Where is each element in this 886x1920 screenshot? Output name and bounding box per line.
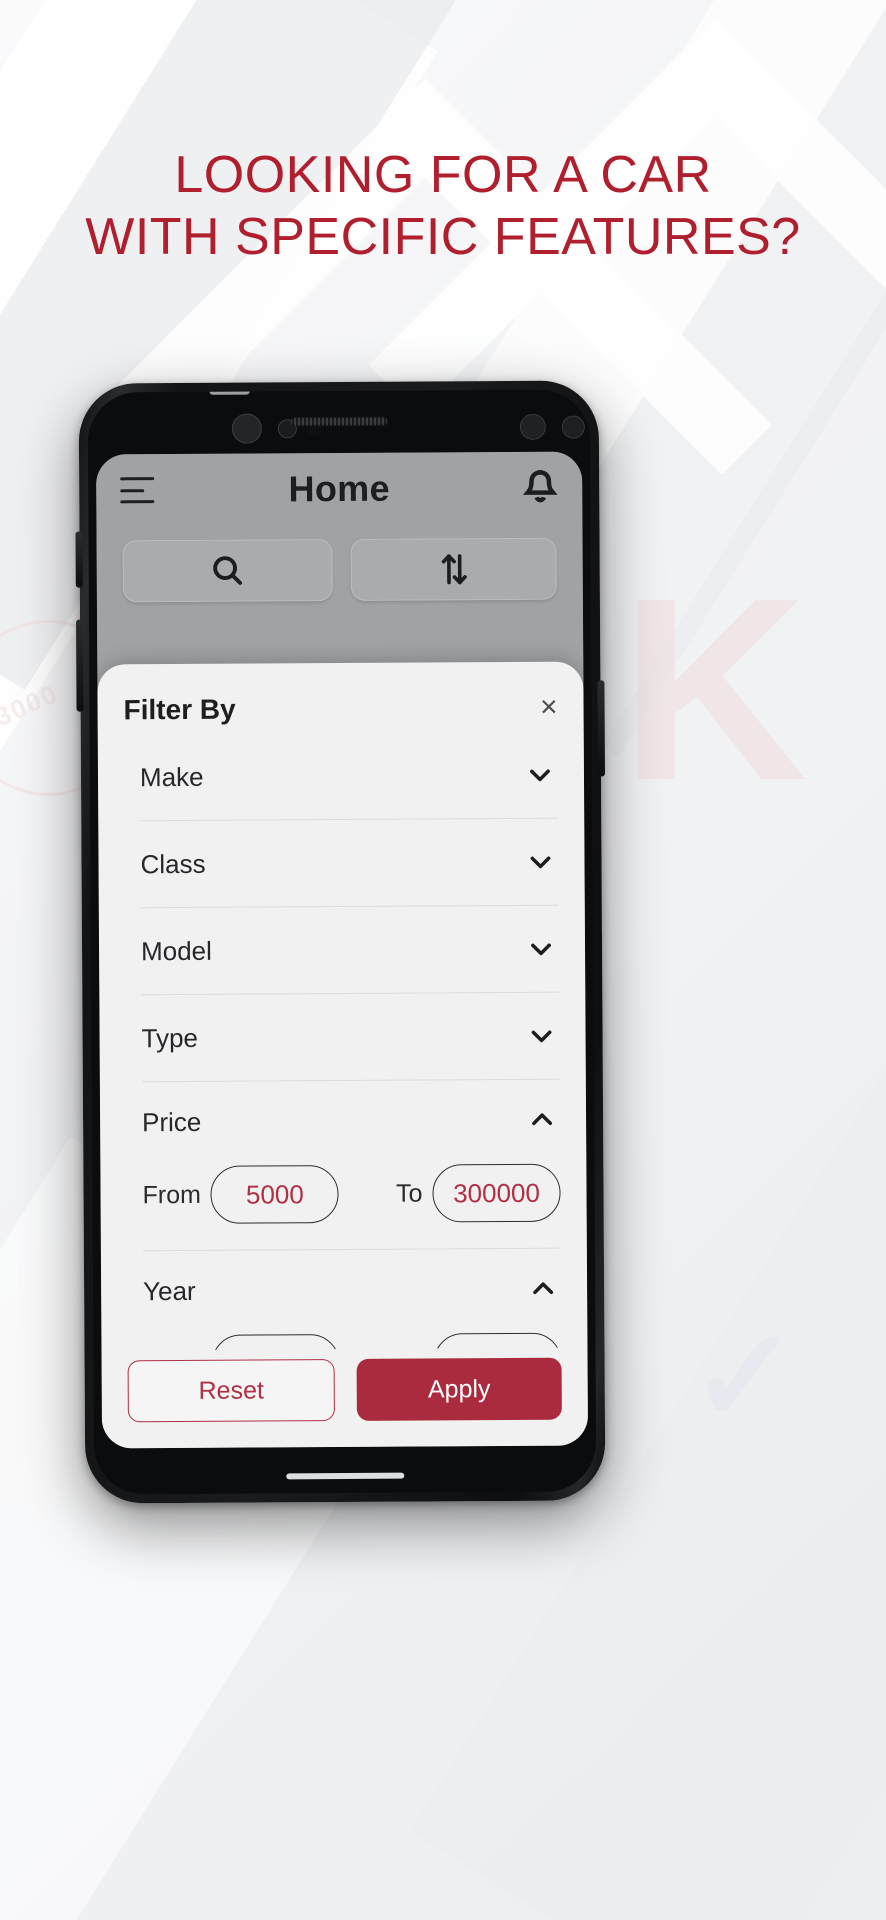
filter-label-model: Model [140,935,212,966]
filter-section-year: Year From 1950 To 2024 [142,1248,562,1351]
sort-arrows-icon [441,554,467,585]
bell-icon-svg [522,470,558,503]
filter-row-type[interactable]: Type [141,992,560,1083]
chevron-up-icon[interactable] [529,1275,557,1303]
page-title: LOOKING FOR A CAR WITH SPECIFIC FEATURES… [0,144,886,268]
close-icon[interactable]: × [540,691,558,724]
bell-icon[interactable] [522,468,558,508]
filter-sheet-header: Filter By × [97,662,583,735]
price-range-row: From 5000 To 300000 [142,1160,561,1247]
price-from-input[interactable]: 5000 [210,1165,340,1224]
headline-line-2: WITH SPECIFIC FEATURES? [85,208,801,266]
search-input[interactable] [122,539,333,603]
filter-row-class[interactable]: Class [140,818,559,909]
chevron-down-icon[interactable] [526,761,554,789]
filter-label-type: Type [141,1022,199,1053]
phone-button-volume [76,619,84,712]
phone-screen: Home Filter By × Make Class Model Type P… [96,451,589,1449]
phone-button-power [597,680,605,777]
reset-button[interactable]: Reset [127,1359,335,1423]
chevron-down-icon[interactable] [527,935,555,963]
phone-sensor-strip [88,389,590,454]
year-from-input[interactable]: 1950 [211,1334,341,1351]
price-to-input[interactable]: 300000 [432,1163,561,1223]
sort-button[interactable] [350,537,557,601]
filter-row-year[interactable]: Year [143,1249,561,1332]
search-sort-row [97,537,583,603]
phone-button-bixby [75,531,83,588]
home-indicator [286,1472,405,1480]
phone-top-sensor [209,389,250,395]
search-icon [213,556,243,585]
sensor-dot [519,413,546,440]
filter-label-class: Class [140,848,206,879]
sensor-dot [203,423,215,435]
phone-earpiece [289,416,388,427]
apply-button[interactable]: Apply [356,1357,562,1421]
filter-sheet-footer: Reset Apply [101,1348,588,1449]
phone-mockup: Home Filter By × Make Class Model Type P… [75,380,606,1504]
page-title-home: Home [288,467,390,510]
filter-label-make: Make [139,761,204,792]
filter-label-year: Year [143,1275,196,1306]
chevron-down-icon[interactable] [527,1022,555,1050]
chevron-down-icon[interactable] [526,848,554,876]
filter-sheet-body: Make Class Model Type Price From 5000 To… [98,731,588,1351]
filter-section-price: Price From 5000 To 300000 [141,1079,561,1252]
filter-row-model[interactable]: Model [140,905,560,996]
price-from-label: From [142,1180,201,1209]
sensor-dot [561,415,585,439]
front-camera [231,413,262,444]
filter-bottom-sheet: Filter By × Make Class Model Type Price … [97,661,589,1449]
price-to-label: To [396,1179,423,1208]
chevron-up-icon[interactable] [528,1106,556,1134]
filter-row-make[interactable]: Make [139,731,559,822]
phone-bezel: Home Filter By × Make Class Model Type P… [87,389,597,1495]
bg-watermark: ✓ [690,1303,801,1449]
bg-watermark: K [620,545,810,835]
filter-row-price[interactable]: Price [142,1080,560,1163]
filter-label-price: Price [142,1106,202,1137]
filter-sheet-title: Filter By [123,693,236,726]
app-header: Home [96,452,582,527]
headline-line-1: LOOKING FOR A CAR [174,146,712,204]
